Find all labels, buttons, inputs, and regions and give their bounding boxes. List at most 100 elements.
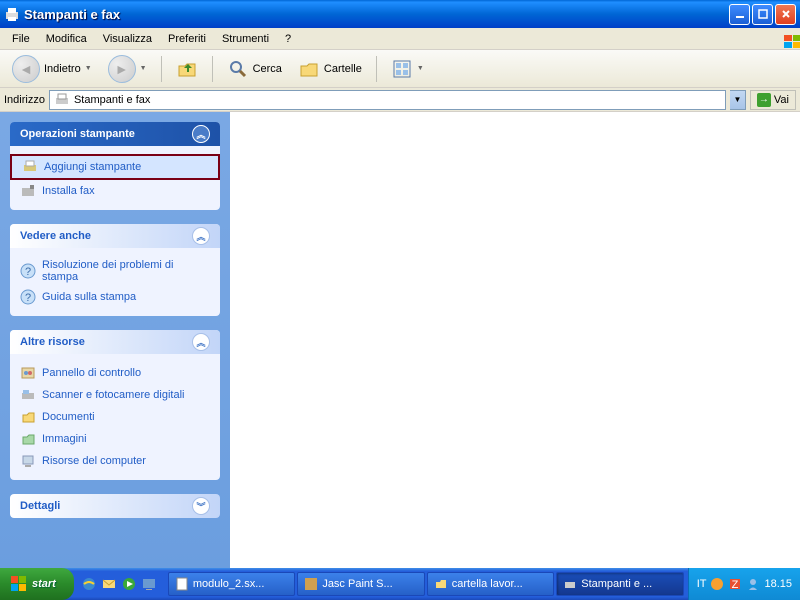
search-label: Cerca: [253, 63, 282, 75]
start-button[interactable]: start: [0, 568, 74, 600]
taskbar-items: modulo_2.sx... Jasc Paint S... cartella …: [164, 572, 688, 596]
documents-icon: [20, 409, 36, 425]
doc-icon: [175, 577, 189, 591]
ql-email-icon[interactable]: [100, 573, 118, 595]
printer-icon: [563, 577, 577, 591]
link-documents[interactable]: Documenti: [20, 406, 210, 428]
folder-up-icon: [176, 58, 198, 80]
window-title: Stampanti e fax: [24, 7, 729, 22]
go-label: Vai: [774, 94, 789, 106]
menu-edit[interactable]: Modifica: [38, 30, 95, 48]
folders-icon: [298, 58, 320, 80]
task-add-printer[interactable]: Aggiungi stampante: [10, 154, 220, 180]
address-input[interactable]: Stampanti e fax: [49, 90, 726, 110]
minimize-button[interactable]: [729, 4, 750, 25]
tray-icon[interactable]: [746, 577, 760, 591]
views-icon: [391, 58, 413, 80]
taskbar-item[interactable]: Jasc Paint S...: [297, 572, 424, 596]
menu-view[interactable]: Visualizza: [95, 30, 160, 48]
pictures-icon: [20, 431, 36, 447]
titlebar: Stampanti e fax: [0, 0, 800, 28]
taskbar-item-label: Jasc Paint S...: [322, 578, 392, 590]
computer-icon: [20, 453, 36, 469]
folders-label: Cartelle: [324, 63, 362, 75]
search-button[interactable]: Cerca: [221, 54, 288, 84]
collapse-icon: ︽: [192, 333, 210, 351]
taskbar-item-label: cartella lavor...: [452, 578, 523, 590]
link-label: Immagini: [42, 433, 87, 445]
tray-icon[interactable]: Z: [728, 577, 742, 591]
link-label: Pannello di controllo: [42, 367, 141, 379]
printer-icon: [54, 92, 70, 108]
clock[interactable]: 18.15: [764, 578, 792, 590]
task-label: Installa fax: [42, 185, 95, 197]
panel-title: Operazioni stampante: [20, 128, 135, 140]
toolbar: ◄ Indietro ▼ ► ▼ Cerca Cartelle ▼: [0, 50, 800, 88]
taskbar-item-active[interactable]: Stampanti e ...: [556, 572, 683, 596]
menu-tools[interactable]: Strumenti: [214, 30, 277, 48]
help-icon: ?: [20, 263, 36, 279]
link-images[interactable]: Immagini: [20, 428, 210, 450]
panel-header[interactable]: Altre risorse ︽: [10, 330, 220, 354]
fax-icon: [20, 183, 36, 199]
folders-button[interactable]: Cartelle: [292, 54, 368, 84]
panel-header[interactable]: Dettagli ︾: [10, 494, 220, 518]
taskbar-item[interactable]: cartella lavor...: [427, 572, 554, 596]
panel-other-resources: Altre risorse ︽ Pannello di controllo Sc…: [10, 330, 220, 480]
collapse-icon: ︽: [192, 227, 210, 245]
quick-launch: [74, 573, 164, 595]
svg-text:?: ?: [25, 266, 31, 278]
menu-help[interactable]: ?: [277, 30, 299, 48]
maximize-button[interactable]: [752, 4, 773, 25]
link-control-panel[interactable]: Pannello di controllo: [20, 362, 210, 384]
scanner-icon: [20, 387, 36, 403]
forward-icon: ►: [108, 55, 136, 83]
task-print-help[interactable]: ? Guida sulla stampa: [20, 286, 210, 308]
folder-icon: [434, 577, 448, 591]
panel-header[interactable]: Operazioni stampante ︽: [10, 122, 220, 146]
windows-flag-icon: [774, 30, 796, 48]
task-troubleshoot[interactable]: ? Risoluzione dei problemi di stampa: [20, 256, 210, 286]
search-icon: [227, 58, 249, 80]
link-my-computer[interactable]: Risorse del computer: [20, 450, 210, 472]
menubar: File Modifica Visualizza Preferiti Strum…: [0, 28, 800, 50]
system-tray: IT Z 18.15: [688, 568, 800, 600]
ql-ie-icon[interactable]: [80, 573, 98, 595]
addressbar: Indirizzo Stampanti e fax ▼ → Vai: [0, 88, 800, 112]
address-value: Stampanti e fax: [74, 94, 150, 106]
views-button[interactable]: ▼: [385, 54, 430, 84]
tray-icon[interactable]: [710, 577, 724, 591]
control-panel-icon: [20, 365, 36, 381]
ql-desktop-icon[interactable]: [140, 573, 158, 595]
menu-file[interactable]: File: [4, 30, 38, 48]
address-label: Indirizzo: [4, 94, 45, 106]
up-button[interactable]: [170, 54, 204, 84]
help-icon: ?: [20, 289, 36, 305]
panel-see-also: Vedere anche ︽ ? Risoluzione dei problem…: [10, 224, 220, 316]
language-indicator[interactable]: IT: [697, 578, 707, 590]
menu-favorites[interactable]: Preferiti: [160, 30, 214, 48]
back-label: Indietro: [44, 63, 81, 75]
panel-header[interactable]: Vedere anche ︽: [10, 224, 220, 248]
link-scanners[interactable]: Scanner e fotocamere digitali: [20, 384, 210, 406]
task-label: Risoluzione dei problemi di stampa: [42, 259, 210, 283]
panel-title: Dettagli: [20, 500, 60, 512]
dropdown-icon: ▼: [140, 65, 147, 72]
panel-details: Dettagli ︾: [10, 494, 220, 518]
close-button[interactable]: [775, 4, 796, 25]
dropdown-icon: ▼: [85, 65, 92, 72]
task-install-fax[interactable]: Installa fax: [20, 180, 210, 202]
taskbar-item[interactable]: modulo_2.sx...: [168, 572, 295, 596]
panel-body: Aggiungi stampante Installa fax: [10, 146, 220, 210]
window-buttons: [729, 4, 796, 25]
back-button[interactable]: ◄ Indietro ▼: [6, 51, 98, 87]
address-dropdown[interactable]: ▼: [730, 90, 746, 110]
forward-button[interactable]: ► ▼: [102, 51, 153, 87]
collapse-icon: ︽: [192, 125, 210, 143]
go-button[interactable]: → Vai: [750, 90, 796, 110]
panel-body: Pannello di controllo Scanner e fotocame…: [10, 354, 220, 480]
app-icon: [304, 577, 318, 591]
back-icon: ◄: [12, 55, 40, 83]
ql-media-icon[interactable]: [120, 573, 138, 595]
tasks-sidebar: Operazioni stampante ︽ Aggiungi stampant…: [0, 112, 230, 568]
